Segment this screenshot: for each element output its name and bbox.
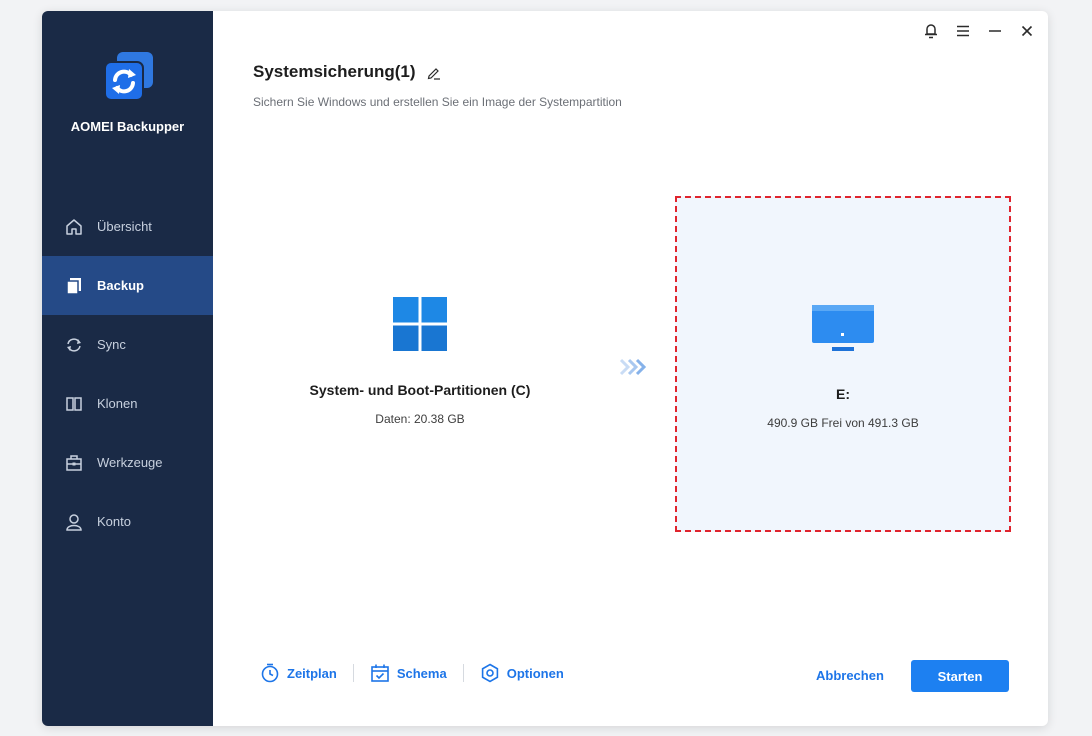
menu-button[interactable]: [950, 19, 976, 43]
app-window: AOMEI Backupper Übersicht Backup Sync Kl…: [42, 11, 1048, 726]
page-subtitle: Sichern Sie Windows und erstellen Sie ei…: [253, 95, 622, 109]
sidebar-item-label: Klonen: [97, 396, 138, 411]
minimize-button[interactable]: [982, 19, 1008, 43]
settings-icon: [480, 663, 500, 683]
cancel-button[interactable]: Abbrechen: [816, 668, 884, 683]
sidebar-item-label: Backup: [97, 278, 144, 293]
backup-icon: [65, 277, 83, 295]
toolbar-divider: [462, 664, 464, 682]
calendar-check-icon: [370, 663, 390, 683]
sync-icon: [65, 336, 83, 354]
toolbar-divider: [352, 664, 354, 682]
minimize-icon: [989, 30, 1001, 32]
destination-info: 490.9 GB Frei von 491.3 GB: [767, 416, 919, 430]
sidebar-item-backup[interactable]: Backup: [42, 256, 213, 315]
options-button[interactable]: Optionen: [480, 663, 564, 683]
destination-name: E:: [836, 386, 850, 402]
user-icon: [65, 513, 83, 531]
sidebar-item-label: Übersicht: [97, 219, 152, 234]
destination-selector[interactable]: E: 490.9 GB Frei von 491.3 GB: [675, 196, 1011, 532]
windows-logo-icon: [393, 297, 447, 351]
edit-pencil-icon[interactable]: [426, 65, 441, 80]
bell-icon: [925, 24, 937, 39]
start-button[interactable]: Starten: [911, 660, 1009, 692]
options-label: Optionen: [506, 665, 564, 681]
sidebar-item-sync[interactable]: Sync: [42, 315, 213, 374]
sidebar-item-tools[interactable]: Werkzeuge: [42, 433, 213, 492]
toolbox-icon: [65, 454, 83, 472]
sidebar-item-account[interactable]: Konto: [42, 492, 213, 551]
double-chevron-right-icon: [619, 358, 647, 376]
sidebar-item-clone[interactable]: Klonen: [42, 374, 213, 433]
menu-icon: [957, 25, 969, 37]
bottom-toolbar: Zeitplan Schema Optionen: [260, 663, 564, 683]
sidebar-item-overview[interactable]: Übersicht: [42, 197, 213, 256]
scheme-label: Schema: [396, 665, 447, 681]
sidebar-item-label: Sync: [97, 337, 126, 352]
sidebar-nav: Übersicht Backup Sync Klonen Werkzeuge K…: [42, 197, 213, 551]
sidebar-item-label: Konto: [97, 514, 131, 529]
schedule-label: Zeitplan: [287, 665, 337, 681]
schedule-button[interactable]: Zeitplan: [260, 663, 337, 683]
source-selector[interactable]: System- und Boot-Partitionen (C) Daten: …: [265, 297, 575, 426]
aomei-logo-icon: [104, 52, 153, 101]
sidebar-item-label: Werkzeuge: [97, 455, 163, 470]
clone-icon: [65, 395, 83, 413]
home-icon: [65, 218, 83, 236]
scheme-button[interactable]: Schema: [370, 663, 447, 683]
main-panel: Systemsicherung(1) Sichern Sie Windows u…: [213, 11, 1048, 726]
titlebar-controls: [918, 19, 1040, 43]
timer-icon: [260, 663, 280, 683]
brand-name: AOMEI Backupper: [70, 119, 185, 134]
close-button[interactable]: [1014, 19, 1040, 43]
page-title: Systemsicherung(1): [253, 62, 416, 81]
source-name: System- und Boot-Partitionen (C): [309, 382, 531, 398]
sidebar: AOMEI Backupper Übersicht Backup Sync Kl…: [42, 11, 213, 726]
source-info: Daten: 20.38 GB: [375, 412, 465, 426]
close-icon: [1021, 25, 1033, 37]
title-row: Systemsicherung(1): [253, 62, 441, 82]
destination-content: E: 490.9 GB Frei von 491.3 GB: [677, 303, 1009, 430]
notification-button[interactable]: [918, 19, 944, 43]
monitor-icon: [812, 305, 874, 351]
